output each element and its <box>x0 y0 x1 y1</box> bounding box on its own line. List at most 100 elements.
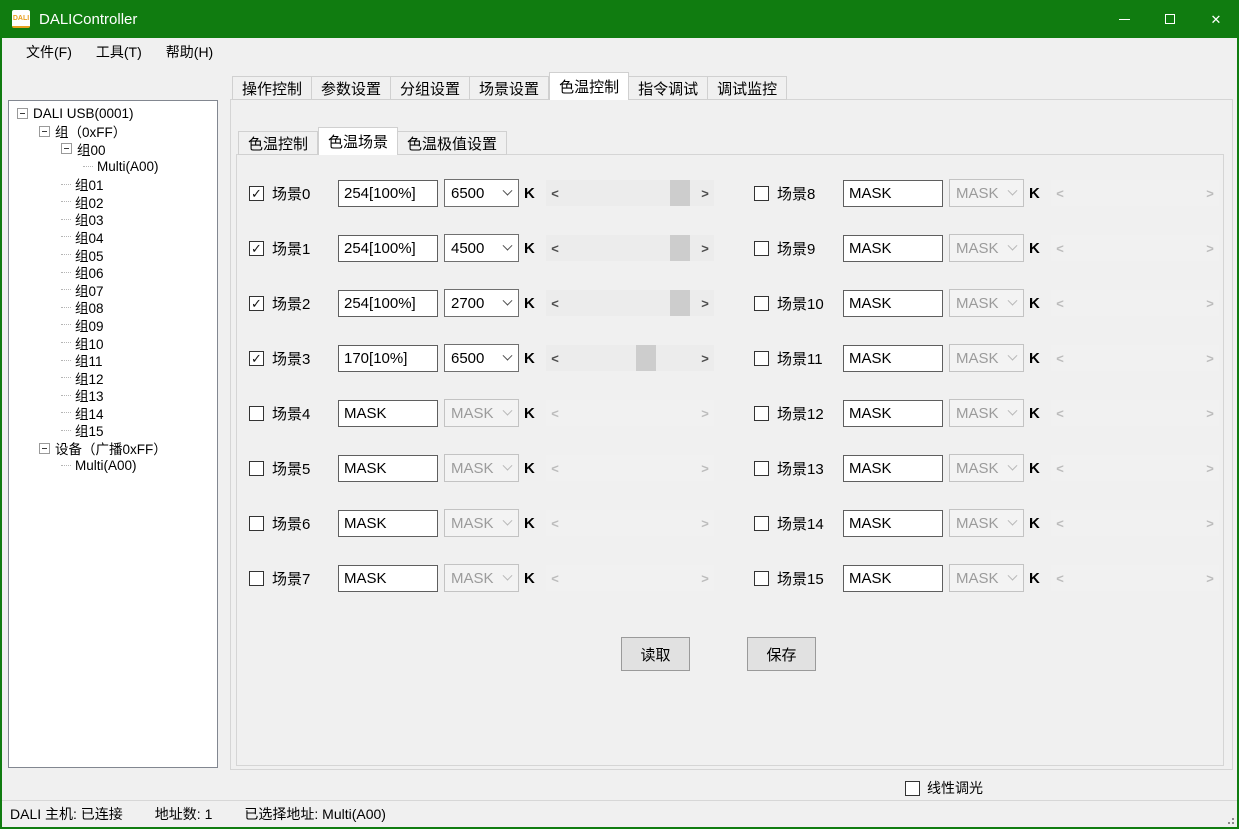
tree-item-7[interactable]: 组04 <box>9 228 217 246</box>
tab-色温控制[interactable]: 色温控制 <box>549 72 629 100</box>
collapse-icon[interactable] <box>17 108 28 119</box>
scroll-left-button[interactable]: < <box>546 345 564 371</box>
scene-11-checkbox[interactable] <box>754 351 769 366</box>
scene-12-checkbox[interactable] <box>754 406 769 421</box>
scrollbar-thumb[interactable] <box>636 345 656 371</box>
scene-13-level-input[interactable] <box>843 455 943 482</box>
tree-item-19[interactable]: 设备（广播0xFF） <box>9 439 217 457</box>
scroll-left-button[interactable]: < <box>546 235 564 261</box>
scene-12-level-input[interactable] <box>843 400 943 427</box>
tree-item-8[interactable]: 组05 <box>9 246 217 264</box>
tree-item-16[interactable]: 组13 <box>9 387 217 405</box>
scroll-right-button[interactable]: > <box>696 235 714 261</box>
scrollbar-track[interactable] <box>564 235 696 261</box>
tree-item-1[interactable]: 组（0xFF） <box>9 123 217 141</box>
tree-item-14[interactable]: 组11 <box>9 351 217 369</box>
tree-item-3[interactable]: Multi(A00) <box>9 158 217 176</box>
scrollbar-thumb[interactable] <box>670 290 690 316</box>
subtab-色温极值设置[interactable]: 色温极值设置 <box>398 131 507 155</box>
scene-8-checkbox[interactable] <box>754 186 769 201</box>
scroll-right-button[interactable]: > <box>696 290 714 316</box>
scene-0-temp-select[interactable]: 6500 <box>444 179 519 207</box>
scroll-left-button[interactable]: < <box>546 180 564 206</box>
scene-10-level-input[interactable] <box>843 290 943 317</box>
tree-item-12[interactable]: 组09 <box>9 316 217 334</box>
scene-2-temp-select[interactable]: 2700 <box>444 289 519 317</box>
collapse-icon[interactable] <box>61 143 72 154</box>
scene-3-temp-scrollbar[interactable]: <> <box>546 345 714 371</box>
scene-5-level-input[interactable] <box>338 455 438 482</box>
scene-4-checkbox[interactable] <box>249 406 264 421</box>
menu-item-2[interactable]: 帮助(H) <box>154 39 225 65</box>
tab-指令调试[interactable]: 指令调试 <box>629 76 708 100</box>
tree-item-10[interactable]: 组07 <box>9 281 217 299</box>
scene-3-temp-select[interactable]: 6500 <box>444 344 519 372</box>
maximize-button[interactable] <box>1147 0 1193 38</box>
read-button[interactable]: 读取 <box>621 637 690 671</box>
scene-7-level-input[interactable] <box>338 565 438 592</box>
scene-14-checkbox[interactable] <box>754 516 769 531</box>
resize-grip[interactable] <box>1224 814 1234 824</box>
tree-item-2[interactable]: 组00 <box>9 140 217 158</box>
tree-item-5[interactable]: 组02 <box>9 193 217 211</box>
menu-item-1[interactable]: 工具(T) <box>84 39 154 65</box>
subtab-色温控制[interactable]: 色温控制 <box>238 131 318 155</box>
tab-操作控制[interactable]: 操作控制 <box>232 76 312 100</box>
collapse-icon[interactable] <box>39 126 50 137</box>
scene-0-temp-scrollbar[interactable]: <> <box>546 180 714 206</box>
tree-item-4[interactable]: 组01 <box>9 175 217 193</box>
scene-9-level-input[interactable] <box>843 235 943 262</box>
scrollbar-thumb[interactable] <box>670 180 690 206</box>
scene-6-checkbox[interactable] <box>249 516 264 531</box>
scene-3-level-input[interactable] <box>338 345 438 372</box>
scene-14-level-input[interactable] <box>843 510 943 537</box>
scene-2-temp-scrollbar[interactable]: <> <box>546 290 714 316</box>
scene-1-temp-select[interactable]: 4500 <box>444 234 519 262</box>
scroll-right-button[interactable]: > <box>696 345 714 371</box>
tree-item-17[interactable]: 组14 <box>9 404 217 422</box>
tree-item-9[interactable]: 组06 <box>9 263 217 281</box>
scrollbar-track[interactable] <box>564 290 696 316</box>
scene-4-level-input[interactable] <box>338 400 438 427</box>
scene-0-level-input[interactable] <box>338 180 438 207</box>
scene-5-checkbox[interactable] <box>249 461 264 476</box>
tree-item-6[interactable]: 组03 <box>9 211 217 229</box>
scrollbar-thumb[interactable] <box>670 235 690 261</box>
tree-item-11[interactable]: 组08 <box>9 299 217 317</box>
tree-item-20[interactable]: Multi(A00) <box>9 457 217 475</box>
scene-2-checkbox[interactable]: ✓ <box>249 296 264 311</box>
tree-item-13[interactable]: 组10 <box>9 334 217 352</box>
menu-item-0[interactable]: 文件(F) <box>14 39 84 65</box>
scene-9-checkbox[interactable] <box>754 241 769 256</box>
scene-13-checkbox[interactable] <box>754 461 769 476</box>
scene-1-checkbox[interactable]: ✓ <box>249 241 264 256</box>
scene-1-level-input[interactable] <box>338 235 438 262</box>
tab-分组设置[interactable]: 分组设置 <box>391 76 470 100</box>
scene-15-level-input[interactable] <box>843 565 943 592</box>
scene-0-checkbox[interactable]: ✓ <box>249 186 264 201</box>
subtab-色温场景[interactable]: 色温场景 <box>318 127 398 155</box>
scroll-right-button[interactable]: > <box>696 180 714 206</box>
tab-场景设置[interactable]: 场景设置 <box>470 76 549 100</box>
scene-11-level-input[interactable] <box>843 345 943 372</box>
close-button[interactable]: ✕ <box>1193 0 1239 38</box>
scrollbar-track[interactable] <box>564 180 696 206</box>
tab-参数设置[interactable]: 参数设置 <box>312 76 391 100</box>
device-tree[interactable]: DALI USB(0001)组（0xFF）组00Multi(A00)组01组02… <box>8 100 218 768</box>
tree-item-15[interactable]: 组12 <box>9 369 217 387</box>
scroll-left-button[interactable]: < <box>546 290 564 316</box>
tree-item-18[interactable]: 组15 <box>9 422 217 440</box>
tree-item-0[interactable]: DALI USB(0001) <box>9 105 217 123</box>
minimize-button[interactable] <box>1101 0 1147 38</box>
save-button[interactable]: 保存 <box>747 637 816 671</box>
scene-3-checkbox[interactable]: ✓ <box>249 351 264 366</box>
linear-dimming-checkbox[interactable] <box>905 781 920 796</box>
scene-2-level-input[interactable] <box>338 290 438 317</box>
scene-6-level-input[interactable] <box>338 510 438 537</box>
scene-10-checkbox[interactable] <box>754 296 769 311</box>
scene-8-level-input[interactable] <box>843 180 943 207</box>
scene-7-checkbox[interactable] <box>249 571 264 586</box>
scene-1-temp-scrollbar[interactable]: <> <box>546 235 714 261</box>
scene-15-checkbox[interactable] <box>754 571 769 586</box>
collapse-icon[interactable] <box>39 443 50 454</box>
